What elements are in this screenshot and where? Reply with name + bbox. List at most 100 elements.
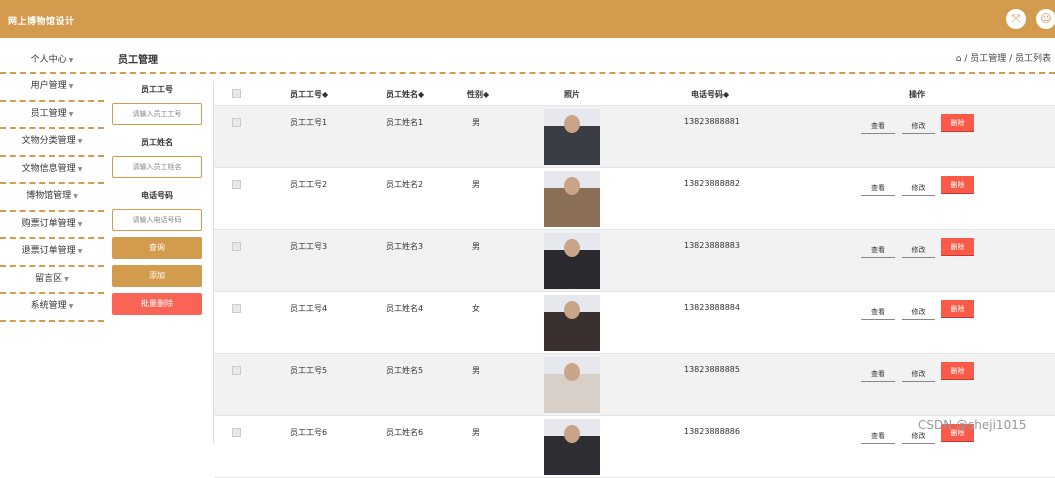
- edit-button[interactable]: 修改: [902, 180, 935, 196]
- sidebar-item-museum[interactable]: 博物馆管理 ▼: [0, 184, 104, 212]
- chevron-down-icon: ▼: [68, 57, 74, 64]
- table-row: 员工工号5 员工姓名5 男 13823888885 查看 修改 删除: [214, 354, 1055, 416]
- employee-photo: [544, 357, 600, 413]
- chevron-down-icon: ▼: [64, 275, 69, 283]
- employee-photo: [544, 233, 600, 289]
- fullscreen-icon[interactable]: ⤧: [1006, 9, 1026, 29]
- row-checkbox[interactable]: [232, 242, 241, 251]
- portrait-face: [564, 363, 580, 381]
- search-panel: 员工工号 请输入员工工号 员工姓名 请输入员工姓名 电话号码 请输入电话号码 查…: [110, 74, 204, 315]
- sidebar-item-label: 退票订单管理: [21, 246, 76, 256]
- view-button[interactable]: 查看: [861, 180, 895, 196]
- sidebar-item-label: 文物信息管理: [21, 163, 76, 174]
- sidebar-item-label: 文物分类管理: [21, 136, 76, 146]
- row-checkbox[interactable]: [232, 366, 241, 375]
- chevron-down-icon: ▼: [73, 193, 78, 200]
- row-checkbox[interactable]: [232, 118, 241, 127]
- cell-employee-name: 员工姓名6: [386, 428, 424, 437]
- cell-employee-name: 员工姓名5: [386, 366, 424, 375]
- sidebar: 用户管理 ▼ 员工管理 ▼ 文物分类管理 ▼ 文物信息管理 ▼ 博物馆管理 ▼ 购票订单管…: [0, 74, 104, 322]
- sidebar-item-label: 留言区: [35, 273, 63, 284]
- table-row: 员工工号2 员工姓名2 男 13823888882 查看 修改 删除: [214, 168, 1055, 230]
- sidebar-item-ticket-orders[interactable]: 购票订单管理 ▼: [0, 212, 104, 239]
- sidebar-item-label: 用户管理: [30, 81, 67, 91]
- sidebar-item-staff[interactable]: 员工管理 ▼: [0, 102, 104, 129]
- sidebar-item-label: 博物馆管理: [26, 191, 72, 201]
- portrait-face: [564, 177, 580, 195]
- view-button[interactable]: 查看: [861, 118, 895, 134]
- phone-label: 电话号码: [141, 191, 173, 200]
- cell-phone: 13823888884: [684, 303, 740, 312]
- row-checkbox[interactable]: [232, 180, 241, 189]
- query-button[interactable]: 查询: [112, 237, 202, 259]
- cell-employee-id: 员工工号1: [290, 118, 328, 127]
- chevron-down-icon: ▼: [68, 110, 74, 118]
- phone-input[interactable]: 请输入电话号码: [112, 209, 202, 231]
- cell-employee-name: 员工姓名1: [386, 118, 424, 127]
- cell-phone: 13823888882: [684, 179, 740, 188]
- employee-photo: [544, 109, 600, 165]
- row-checkbox[interactable]: [232, 304, 241, 313]
- cell-gender: 女: [472, 304, 480, 313]
- delete-button[interactable]: 删除: [941, 176, 974, 194]
- cell-employee-id: 员工工号6: [290, 428, 328, 437]
- table-row: 员工工号1 员工姓名1 男 13823888881 查看 修改 删除: [214, 106, 1055, 168]
- col-employee-id[interactable]: 员工工号◆: [290, 89, 328, 100]
- sidebar-item-label: 个人中心: [30, 55, 67, 65]
- sidebar-item-system[interactable]: 系统管理 ▼: [0, 294, 104, 322]
- sidebar-item-messages[interactable]: 留言区 ▼: [0, 267, 104, 294]
- delete-button[interactable]: 删除: [941, 300, 974, 318]
- sidebar-item-label: 系统管理: [30, 301, 67, 311]
- header-bar: 网上博物馆设计 ⤧ ☺: [0, 0, 1055, 38]
- sidebar-item-relic-category[interactable]: 文物分类管理 ▼: [0, 129, 104, 157]
- portrait-face: [564, 301, 580, 319]
- cell-gender: 男: [472, 428, 480, 437]
- col-operations: 操作: [909, 90, 925, 99]
- employee-photo: [544, 171, 600, 227]
- add-button[interactable]: 添加: [112, 265, 202, 287]
- cell-gender: 男: [472, 180, 480, 189]
- cell-phone: 13823888885: [684, 365, 740, 374]
- edit-button[interactable]: 修改: [902, 118, 935, 134]
- cell-gender: 男: [472, 118, 480, 127]
- sidebar-item-refund-orders[interactable]: 退票订单管理 ▼: [0, 239, 104, 267]
- view-button[interactable]: 查看: [861, 366, 895, 382]
- user-icon[interactable]: ☺: [1036, 9, 1055, 29]
- delete-button[interactable]: 删除: [941, 362, 974, 380]
- cell-employee-id: 员工工号2: [290, 180, 328, 189]
- edit-button[interactable]: 修改: [902, 304, 935, 320]
- sidebar-item-profile[interactable]: 个人中心 ▼: [0, 38, 104, 74]
- portrait-face: [564, 115, 580, 133]
- chevron-down-icon: ▼: [68, 303, 74, 310]
- sidebar-item-relic-info[interactable]: 文物信息管理 ▼: [0, 157, 104, 184]
- delete-button[interactable]: 删除: [941, 114, 974, 132]
- cell-employee-id: 员工工号3: [290, 242, 328, 251]
- watermark: CSDN @sheji1015: [918, 418, 1027, 432]
- delete-button[interactable]: 删除: [941, 238, 974, 256]
- chevron-down-icon: ▼: [77, 220, 83, 228]
- cell-employee-name: 员工姓名3: [386, 242, 424, 251]
- edit-button[interactable]: 修改: [902, 366, 935, 382]
- view-button[interactable]: 查看: [861, 304, 895, 320]
- sidebar-item-label: 购票订单管理: [21, 218, 76, 229]
- select-all-checkbox[interactable]: [232, 89, 241, 98]
- employee-photo: [544, 419, 600, 475]
- view-button[interactable]: 查看: [861, 428, 895, 444]
- sidebar-item-users[interactable]: 用户管理 ▼: [0, 74, 104, 102]
- col-gender[interactable]: 性别◆: [467, 89, 489, 100]
- col-phone[interactable]: 电话号码◆: [691, 89, 729, 100]
- col-employee-name[interactable]: 员工姓名◆: [386, 89, 424, 100]
- row-checkbox[interactable]: [232, 428, 241, 437]
- chevron-down-icon: ▼: [68, 83, 74, 90]
- cell-employee-id: 员工工号5: [290, 366, 328, 375]
- breadcrumb[interactable]: ⌂ / 员工管理 / 员工列表: [956, 51, 1051, 64]
- edit-button[interactable]: 修改: [902, 242, 935, 258]
- employee-photo: [544, 295, 600, 351]
- view-button[interactable]: 查看: [861, 242, 895, 258]
- cell-employee-id: 员工工号4: [290, 304, 328, 313]
- employee-id-input[interactable]: 请输入员工工号: [112, 103, 202, 125]
- cell-employee-name: 员工姓名2: [386, 180, 424, 189]
- batch-delete-button[interactable]: 批量删除: [112, 293, 202, 315]
- employee-name-input[interactable]: 请输入员工姓名: [112, 156, 202, 178]
- top-bar: 员工管理 ⌂ / 员工管理 / 员工列表: [0, 38, 1055, 74]
